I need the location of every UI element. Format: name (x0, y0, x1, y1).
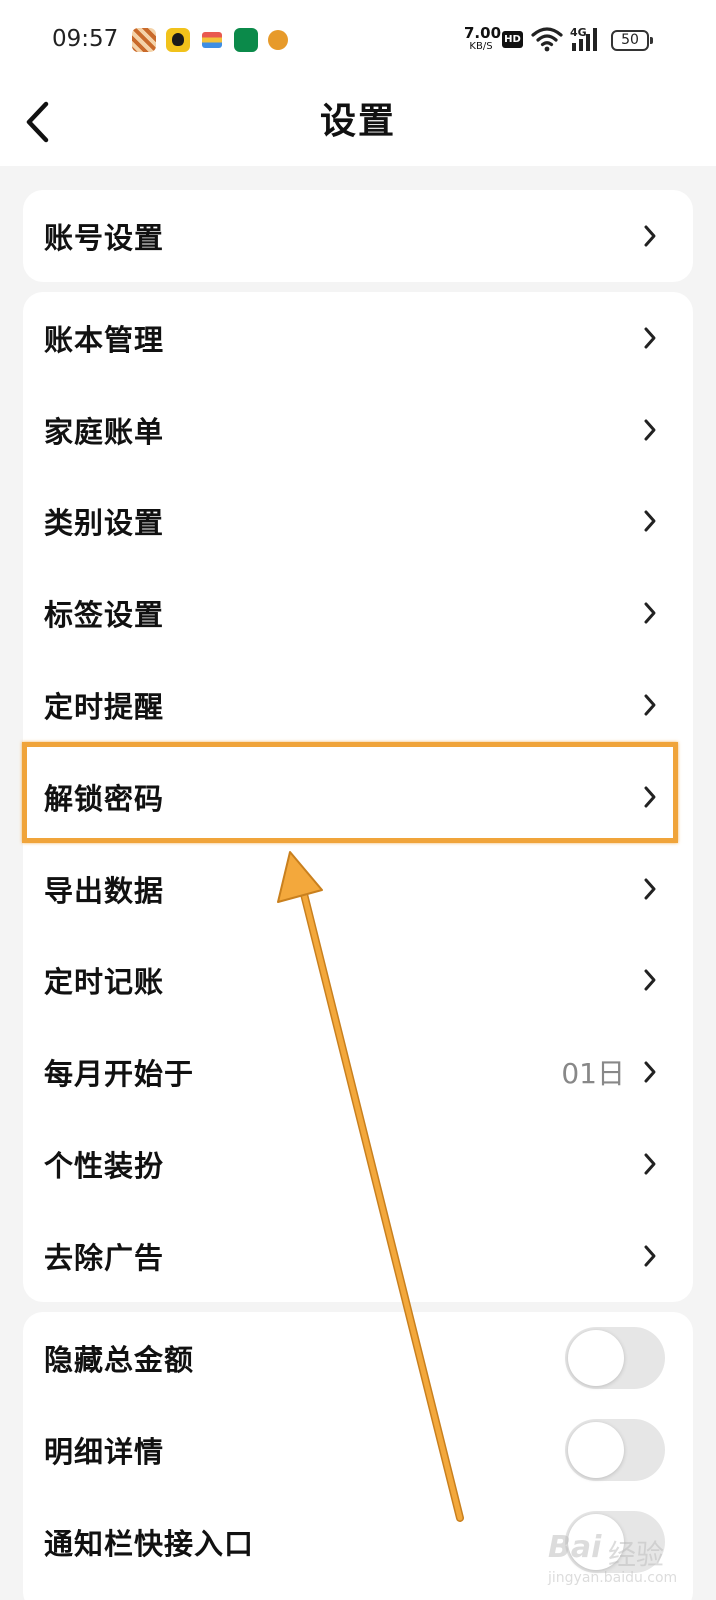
network-speed-unit: KB/S (469, 41, 493, 52)
chevron-right-icon (644, 1061, 656, 1083)
battery-level: 50 (621, 32, 639, 48)
status-time: 09:57 (52, 26, 119, 52)
signal-icon: 4G (570, 26, 597, 51)
settings-item-personalization[interactable]: 个性装扮 (23, 1118, 693, 1210)
settings-item-scheduled-entry[interactable]: 定时记账 (23, 935, 693, 1027)
oppo-icon (234, 28, 258, 52)
chevron-right-icon (644, 878, 656, 900)
settings-item-label: 隐藏总金额 (44, 1343, 195, 1377)
toggle-knob (568, 1422, 624, 1478)
watermark-brand: Bai (548, 1530, 602, 1565)
page-title: 设置 (319, 101, 396, 142)
battery-icon: 50 (611, 30, 653, 51)
chevron-right-icon (644, 225, 656, 247)
baidu-watermark: Bai 经验 jingyan.baidu.com (548, 1530, 698, 1590)
settings-item-label: 定时提醒 (44, 690, 165, 725)
settings-item-label: 账号设置 (44, 221, 165, 255)
chevron-right-icon (644, 694, 656, 716)
settings-item-export-data[interactable]: 导出数据 (23, 843, 693, 935)
settings-item-label: 导出数据 (44, 873, 165, 908)
settings-item-label: 定时记账 (44, 965, 165, 1000)
coin-icon (268, 30, 288, 50)
settings-item-label: 解锁密码 (44, 781, 165, 816)
network-speed: 7.00 KB/S (464, 24, 502, 52)
wallet-icon (202, 32, 222, 48)
chevron-right-icon (644, 419, 656, 441)
hide-total-toggle[interactable] (565, 1327, 665, 1389)
settings-item-month-start[interactable]: 每月开始于 01日 (23, 1026, 693, 1118)
settings-item-label: 通知栏快接入口 (44, 1527, 255, 1561)
game-icon (132, 28, 156, 52)
settings-group-account: 账号设置 (23, 190, 693, 282)
chevron-right-icon (644, 969, 656, 991)
settings-item-label: 个性装扮 (44, 1149, 165, 1184)
watermark-url: jingyan.baidu.com (548, 1570, 678, 1586)
hd-badge: HD (502, 31, 523, 48)
chevron-right-icon (644, 602, 656, 624)
settings-item-category[interactable]: 类别设置 (23, 476, 693, 568)
chevron-right-icon (644, 1245, 656, 1267)
settings-item-detail-info: 明细详情 (23, 1404, 693, 1496)
settings-item-family-bill[interactable]: 家庭账单 (23, 384, 693, 476)
settings-item-timed-reminder[interactable]: 定时提醒 (23, 659, 693, 751)
settings-item-label: 去除广告 (44, 1240, 165, 1275)
settings-group-main: 账本管理 家庭账单 类别设置 标签设置 定时提醒 解锁密码 导出数据 定时记账 … (23, 292, 693, 1302)
settings-item-value: 01日 (561, 1057, 625, 1091)
settings-item-label: 家庭账单 (44, 414, 165, 449)
settings-item-remove-ads[interactable]: 去除广告 (23, 1210, 693, 1302)
settings-item-ledger-management[interactable]: 账本管理 (23, 292, 693, 384)
wifi-icon (531, 27, 563, 52)
network-speed-value: 7.00 (464, 24, 502, 42)
chevron-right-icon (644, 786, 656, 808)
settings-item-unlock-password[interactable]: 解锁密码 (23, 751, 693, 843)
chevron-right-icon (644, 1153, 656, 1175)
settings-item-hide-total: 隐藏总金额 (23, 1312, 693, 1404)
settings-item-tags[interactable]: 标签设置 (23, 567, 693, 659)
chevron-right-icon (644, 510, 656, 532)
settings-item-label: 每月开始于 (44, 1057, 195, 1092)
settings-item-label: 账本管理 (44, 322, 165, 357)
settings-item-label: 明细详情 (44, 1435, 165, 1469)
network-type: 4G (570, 26, 587, 39)
toggle-knob (568, 1330, 624, 1386)
detail-info-toggle[interactable] (565, 1419, 665, 1481)
qq-icon (166, 28, 190, 52)
settings-item-account[interactable]: 账号设置 (23, 190, 693, 282)
watermark-brand-suffix: 经验 (608, 1538, 665, 1571)
settings-item-label: 标签设置 (44, 598, 165, 633)
settings-item-label: 类别设置 (44, 506, 165, 541)
status-bar: 09:57 7.00 KB/S HD 4G 50 (0, 0, 716, 84)
navigation-bar: 设置 (0, 84, 716, 166)
chevron-right-icon (644, 327, 656, 349)
